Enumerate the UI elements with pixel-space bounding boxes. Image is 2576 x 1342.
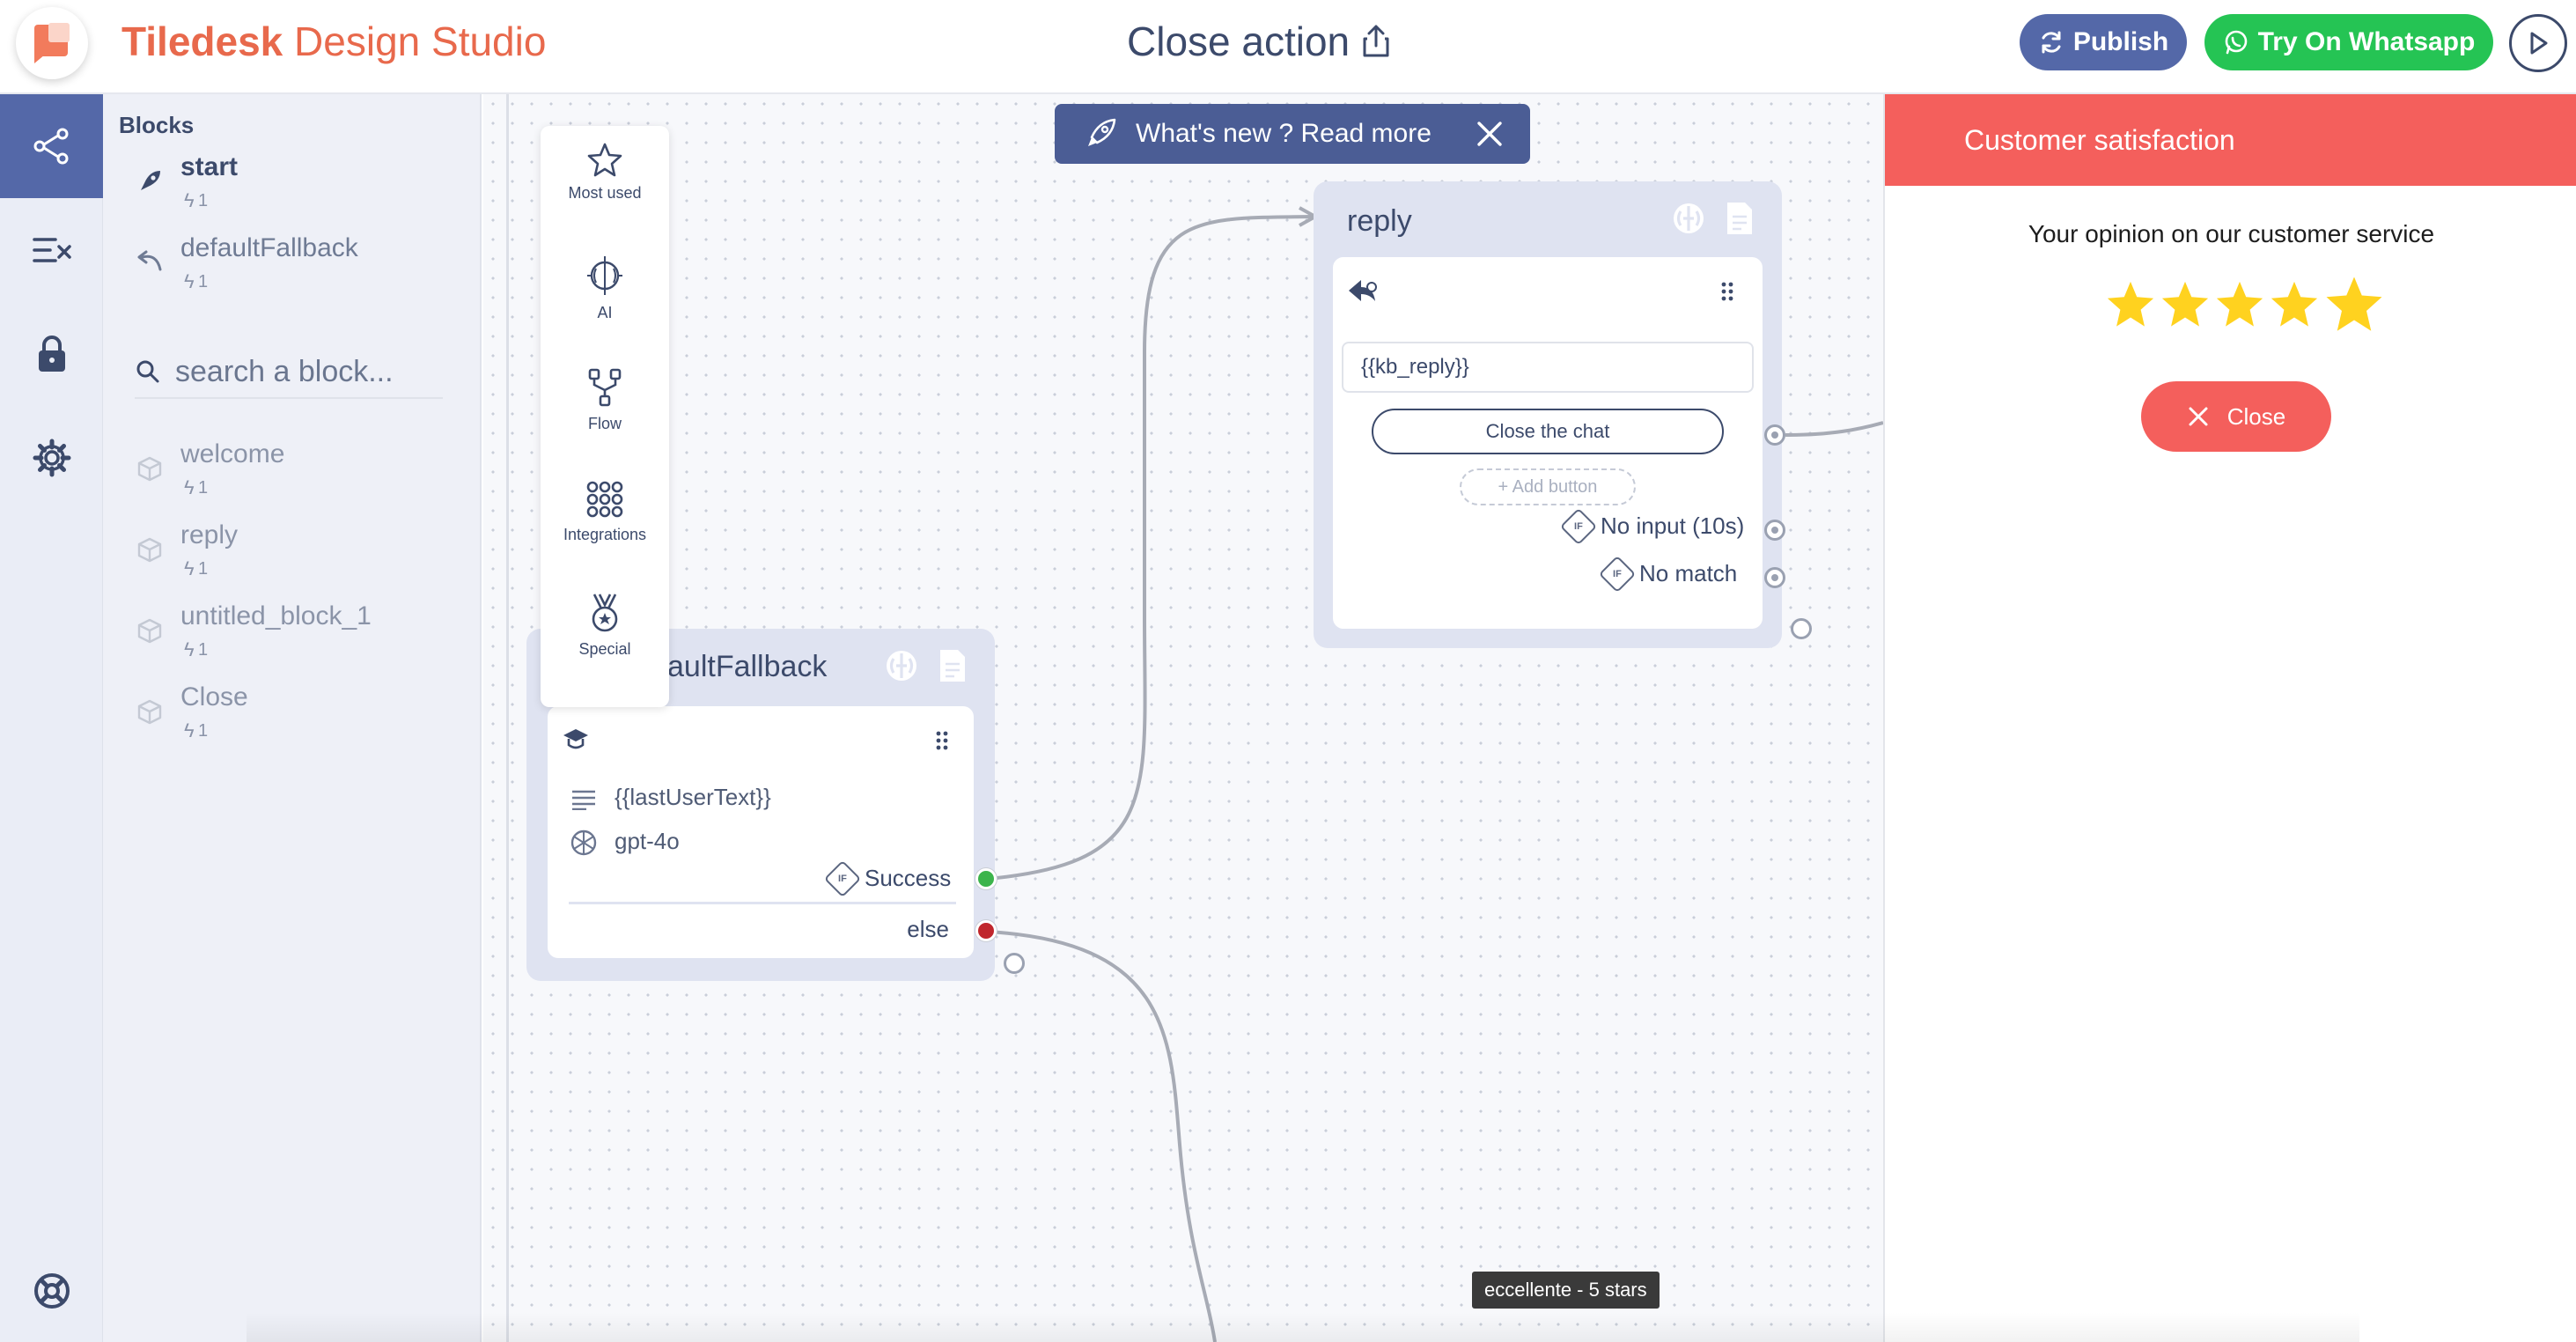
model-text: gpt-4o (615, 828, 680, 854)
integrations-icon (586, 481, 623, 518)
no-match-label: No match (1639, 560, 1738, 586)
drag-handle-icon[interactable] (935, 731, 949, 755)
flow-icon (588, 368, 622, 407)
close-icon[interactable] (1474, 118, 1505, 150)
preview-panel: Customer satisfaction Your opinion on ou… (1883, 94, 2576, 1342)
no-input-port[interactable] (1764, 520, 1785, 541)
if-icon: IF (1559, 507, 1598, 545)
try-on-whatsapp-button[interactable]: Try On Whatsapp (2204, 14, 2493, 70)
preview-header: Customer satisfaction (1885, 94, 2576, 186)
whats-new-banner[interactable]: What's new ? Read more (1055, 104, 1530, 164)
rating-stars (2105, 277, 2385, 336)
node-output-port[interactable] (1791, 618, 1812, 639)
reply-action-card[interactable]: {{kb_reply}} Close the chat + Add button… (1333, 257, 1763, 629)
divider (569, 902, 956, 904)
ai-brain-icon[interactable] (1671, 201, 1706, 236)
palette-special[interactable]: Special (541, 577, 669, 689)
palette-label: AI (597, 304, 613, 321)
palette-label: Integrations (563, 526, 647, 543)
medal-icon (592, 594, 618, 632)
play-test-button[interactable] (2509, 14, 2567, 72)
star-5-icon[interactable] (2323, 274, 2385, 336)
add-button[interactable]: + Add button (1460, 468, 1636, 505)
gpt-action-card[interactable]: {{lastUserText}} gpt-4o IF Success else (548, 706, 974, 958)
ai-brain-icon (587, 256, 622, 295)
star-3-icon[interactable] (2214, 279, 2265, 330)
success-port[interactable] (975, 868, 997, 889)
node-output-port[interactable] (1004, 953, 1025, 974)
publish-label: Publish (2072, 27, 2169, 56)
bottom-shadow (247, 1312, 2359, 1342)
node-title: aultFallback (667, 650, 828, 683)
preview-question: Your opinion on our customer service (2028, 220, 2435, 247)
document-icon[interactable] (937, 648, 968, 683)
graduation-cap-icon (563, 729, 588, 749)
whatsapp-icon (2225, 30, 2247, 55)
palette-ai[interactable]: AI (541, 239, 669, 351)
document-icon[interactable] (1724, 201, 1755, 236)
publish-button[interactable]: Publish (2020, 14, 2187, 70)
palette-label: Flow (587, 415, 622, 432)
no-input-condition: IF No input (10s) (1559, 507, 1745, 545)
reply-arrow-icon (1349, 280, 1377, 301)
success-label: Success (865, 865, 952, 891)
question-text: {{lastUserText}} (615, 784, 771, 810)
close-the-chat-button[interactable]: Close the chat (1372, 409, 1724, 454)
node-title: reply (1347, 204, 1412, 238)
no-input-label: No input (10s) (1601, 512, 1745, 539)
node-actions (884, 648, 968, 683)
openai-icon (570, 830, 597, 856)
star-icon (587, 143, 622, 177)
star-1-icon[interactable] (2105, 279, 2156, 330)
else-label: else (907, 916, 949, 942)
whats-new-text[interactable]: What's new ? Read more (1136, 119, 1432, 149)
close-icon (2189, 407, 2208, 426)
star-4-icon[interactable] (2269, 279, 2320, 330)
rocket-icon (1088, 118, 1116, 146)
else-port[interactable] (975, 920, 997, 941)
text-lines-icon (572, 790, 595, 810)
node-actions (1671, 201, 1755, 236)
action-palette: Most used AI Flow Integrations Special (541, 126, 669, 707)
sync-icon (2042, 31, 2061, 54)
whatsapp-label: Try On Whatsapp (2257, 27, 2476, 56)
no-match-condition: IF No match (1598, 555, 1738, 593)
node-reply[interactable]: reply {{kb_reply}} Close the chat + Add … (1314, 181, 1782, 648)
rating-tooltip: eccellente - 5 stars (1472, 1272, 1660, 1309)
ai-brain-icon[interactable] (884, 648, 919, 683)
palette-most-used[interactable]: Most used (541, 126, 669, 239)
palette-label: Most used (568, 184, 642, 202)
if-icon: IF (823, 859, 862, 897)
preview-close-button[interactable]: Close (2141, 381, 2331, 452)
drag-handle-icon[interactable] (1720, 282, 1734, 306)
star-2-icon[interactable] (2160, 279, 2211, 330)
no-match-port[interactable] (1764, 567, 1785, 588)
palette-label: Special (578, 640, 631, 658)
success-condition: IF Success (823, 859, 952, 897)
button-port[interactable] (1764, 424, 1785, 446)
reply-text-field[interactable]: {{kb_reply}} (1342, 342, 1754, 393)
if-icon: IF (1598, 555, 1637, 593)
palette-flow[interactable]: Flow (541, 351, 669, 464)
play-icon (2530, 32, 2548, 55)
palette-integrations[interactable]: Integrations (541, 464, 669, 577)
preview-close-label: Close (2226, 402, 2286, 430)
